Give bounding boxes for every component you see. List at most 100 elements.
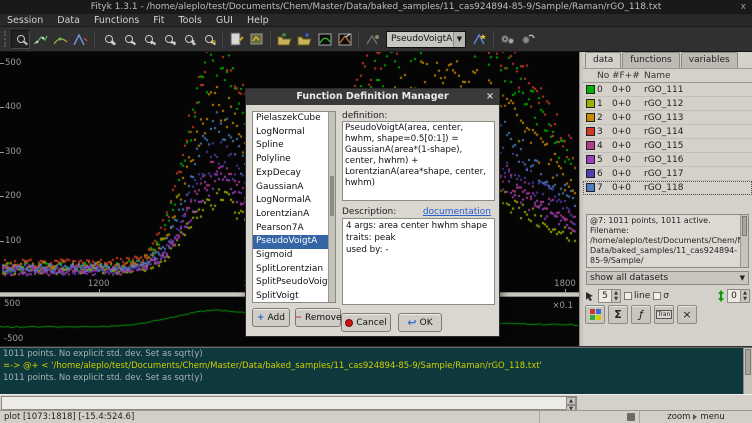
function-list-item[interactable]: Pearson7A	[253, 222, 335, 236]
table-row[interactable]: 60+0rGO_117	[583, 167, 752, 181]
point-size-spinner[interactable]: 5 ▲▼	[598, 289, 621, 303]
spin-down-icon[interactable]: ▼	[612, 296, 620, 302]
menu-item-help[interactable]: Help	[240, 14, 276, 27]
sum-datasets-button[interactable]: Σ	[608, 305, 628, 324]
zoom-right-button[interactable]: →	[159, 30, 178, 49]
spin-down-icon[interactable]: ▼	[741, 296, 749, 302]
add-peak-button[interactable]	[470, 30, 489, 49]
data-range-mode-button[interactable]	[31, 30, 50, 49]
zoom-left-button[interactable]: ←	[139, 30, 158, 49]
function-type-combo[interactable]: PseudoVoigtA ▼	[386, 31, 466, 48]
plot-settings-button[interactable]	[315, 30, 334, 49]
tab-functions[interactable]: functions	[622, 52, 679, 68]
fit-undo-button[interactable]	[518, 30, 537, 49]
open-recent-data-button[interactable]	[295, 30, 314, 49]
transform-data-button[interactable]: Tran	[654, 305, 674, 324]
line-checkbox-box[interactable]	[624, 292, 632, 300]
shift-spinner[interactable]: 0 ▲▼	[727, 289, 750, 303]
zoom-in-button[interactable]: +	[99, 30, 118, 49]
status-plot-range: plot [1073:1818] [-15.4:524.6]	[0, 411, 540, 423]
table-row[interactable]: 00+0rGO_111	[583, 83, 752, 97]
zoom-vertical-button[interactable]: ↑	[179, 30, 198, 49]
remove-function-button[interactable]: −Remove	[295, 308, 341, 327]
function-list-item[interactable]: LogNormal	[253, 126, 335, 140]
info-scrollbar[interactable]	[740, 215, 748, 267]
command-history-spinner[interactable]: ▲▼	[566, 397, 576, 409]
dialog-close-button[interactable]: ×	[486, 89, 494, 105]
table-row[interactable]: 70+0rGO_118	[583, 181, 752, 195]
zoom-previous-button[interactable]: ↶	[199, 30, 218, 49]
function-list-item[interactable]: Polyline	[253, 153, 335, 167]
table-row[interactable]: 20+0rGO_113	[583, 111, 752, 125]
function-list-item[interactable]: SplitLorentzian	[253, 263, 335, 277]
history-up-icon[interactable]: ▲	[566, 397, 576, 405]
documentation-link[interactable]: documentation	[423, 207, 491, 217]
x-tick-label: 1200	[88, 279, 110, 289]
tab-variables[interactable]: variables	[681, 52, 738, 68]
function-list-item[interactable]: PielaszekCube	[253, 112, 335, 126]
console-scrollbar[interactable]	[743, 348, 752, 394]
background-mode-button[interactable]	[51, 30, 70, 49]
function-list-item[interactable]: Spline	[253, 139, 335, 153]
info-scrollbar-thumb[interactable]	[742, 216, 747, 236]
x-tick-label: 1800	[554, 279, 576, 289]
add-function-button[interactable]: +Add	[252, 308, 290, 327]
table-row[interactable]: 10+0rGO_112	[583, 97, 752, 111]
dataset-colors-button[interactable]	[585, 305, 605, 324]
status-zoom-label[interactable]: zoom	[667, 412, 690, 422]
command-input[interactable]	[1, 396, 577, 410]
menu-item-data[interactable]: Data	[50, 14, 87, 27]
function-type-list[interactable]: PielaszekCubeLogNormalSplinePolylineExpD…	[252, 111, 336, 303]
delete-dataset-button[interactable]: ×	[677, 305, 697, 324]
cancel-button[interactable]: Cancel	[341, 313, 391, 332]
sigma-checkbox[interactable]: σ	[653, 291, 669, 301]
menu-item-functions[interactable]: Functions	[87, 14, 146, 27]
menu-item-gui[interactable]: GUI	[209, 14, 240, 27]
info-line: @7: 1011 points, 1011 active.	[590, 216, 738, 226]
combo-dropdown-arrow-icon[interactable]: ▼	[453, 32, 465, 47]
data-points-icon	[33, 33, 48, 46]
console-scrollbar-thumb[interactable]	[745, 349, 751, 375]
table-row[interactable]: 40+0rGO_115	[583, 139, 752, 153]
line-checkbox[interactable]: line	[624, 291, 650, 301]
session-settings-button[interactable]	[247, 30, 266, 49]
datasets-view-dropdown[interactable]: show all datasets ▼	[586, 271, 749, 285]
function-list-item[interactable]: GaussianA	[253, 181, 335, 195]
output-console[interactable]: 1011 points. No explicit std. dev. Set a…	[0, 347, 752, 394]
table-row[interactable]: 30+0rGO_114	[583, 125, 752, 139]
definition-textarea[interactable]: PseudoVoigtA(area, center, hwhm, shape=0…	[342, 121, 495, 201]
zoom-mode-button[interactable]	[11, 30, 30, 49]
zoom-out-button[interactable]: −	[119, 30, 138, 49]
dataset-no: 1	[597, 99, 612, 109]
status-menu-label[interactable]: menu	[700, 412, 724, 422]
menu-item-tools[interactable]: Tools	[171, 14, 208, 27]
function-list-item[interactable]: PseudoVoigtA	[253, 235, 335, 249]
fit-run-button[interactable]	[498, 30, 517, 49]
edit-script-button[interactable]	[227, 30, 246, 49]
function-list-scrollbar[interactable]	[328, 112, 335, 302]
dataset-fcount: 0+0	[612, 113, 644, 123]
add-peak-mode-button[interactable]	[71, 30, 90, 49]
baseline-curve-icon	[53, 33, 68, 46]
function-list-item[interactable]: ExpDecay	[253, 167, 335, 181]
auto-add-peak-button-disabled[interactable]	[363, 30, 382, 49]
open-data-button[interactable]	[275, 30, 294, 49]
function-list-item[interactable]: SplitVoigt	[253, 290, 335, 303]
function-list-item[interactable]: LogNormalA	[253, 194, 335, 208]
plot-export-button[interactable]	[335, 30, 354, 49]
menu-item-session[interactable]: Session	[0, 14, 50, 27]
color-square-icon	[586, 169, 595, 178]
sigma-checkbox-box[interactable]	[653, 292, 661, 300]
window-close-button[interactable]: x	[741, 0, 746, 14]
function-list-item[interactable]: SplitPseudoVoigt	[253, 276, 335, 290]
dialog-title-bar[interactable]: Function Definition Manager ×	[246, 89, 499, 105]
table-row[interactable]: 50+0rGO_116	[583, 153, 752, 167]
function-list-item[interactable]: Sigmoid	[253, 249, 335, 263]
fityk-window: Fityk 1.3.1 - /home/aleplo/test/Document…	[0, 0, 752, 423]
function-list-scrollbar-thumb[interactable]	[330, 176, 334, 216]
function-edit-button[interactable]: ƒ	[631, 305, 651, 324]
ok-button[interactable]: ↩OK	[398, 313, 442, 332]
function-list-item[interactable]: LorentzianA	[253, 208, 335, 222]
tab-data[interactable]: data	[585, 52, 621, 68]
menu-item-fit[interactable]: Fit	[146, 14, 171, 27]
